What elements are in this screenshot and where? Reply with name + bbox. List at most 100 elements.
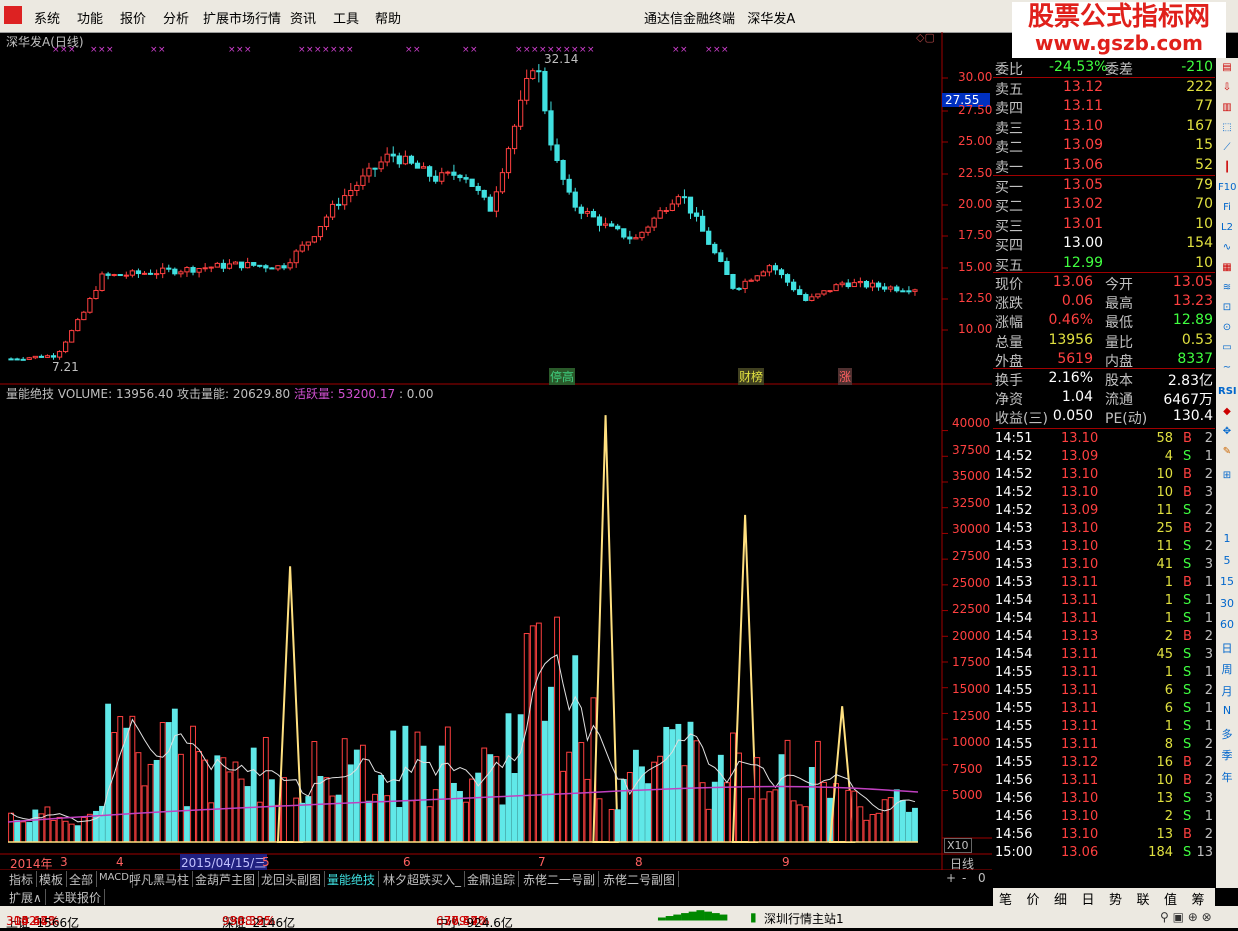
- menu-tools[interactable]: 工具: [333, 8, 359, 27]
- orderbook-row[interactable]: 买二 13.02 70: [993, 195, 1215, 215]
- tab-indicator[interactable]: 呼凡黑马柱: [126, 871, 194, 887]
- sb-icon-r[interactable]: ∼: [1218, 362, 1236, 378]
- move-icon[interactable]: ✥: [1218, 426, 1236, 442]
- sb-icon-p[interactable]: ⊙: [1218, 322, 1236, 338]
- menu-extended-market[interactable]: 扩展市场行情: [203, 8, 281, 27]
- trade-row[interactable]: 14:56 13.10 13 B 2: [993, 826, 1215, 844]
- rsi-icon[interactable]: RSI: [1218, 386, 1237, 402]
- sb-icon-1[interactable]: ▤: [1218, 62, 1236, 78]
- pen-icon[interactable]: ✎: [1218, 446, 1236, 462]
- period-button[interactable]: 年: [1218, 769, 1236, 785]
- trade-row[interactable]: 14:54 13.11 1 S 1: [993, 592, 1215, 610]
- tab-related-quote[interactable]: 关联报价: [50, 889, 106, 905]
- sb-icon-t[interactable]: ⊞: [1218, 470, 1236, 486]
- sb-icon-s[interactable]: ◆: [1218, 406, 1236, 422]
- trade-row[interactable]: 14:52 13.10 10 B 3: [993, 484, 1215, 502]
- trade-row[interactable]: 14:53 13.10 25 B 2: [993, 520, 1215, 538]
- trade-row[interactable]: 14:55 13.11 6 S 2: [993, 682, 1215, 700]
- period-button[interactable]: 日: [1218, 640, 1236, 656]
- trade-row[interactable]: 14:56 13.10 13 S 3: [993, 790, 1215, 808]
- trade-row[interactable]: 14:56 13.10 2 S 1: [993, 808, 1215, 826]
- menu-function[interactable]: 功能: [77, 8, 103, 27]
- index-sz[interactable]: 深证 9988.25 38.33 0.39% 2146亿: [222, 910, 295, 930]
- orderbook-row[interactable]: 买三 13.01 10: [993, 215, 1215, 235]
- tab-indicator[interactable]: 金葫芦主图: [192, 871, 260, 887]
- menu-quote[interactable]: 报价: [120, 8, 146, 27]
- orderbook-row[interactable]: 买一 13.05 79: [993, 176, 1215, 196]
- orderbook-row[interactable]: 买四 13.00 154: [993, 234, 1215, 254]
- sb-icon-n[interactable]: ≋: [1218, 282, 1236, 298]
- marker-limit-up[interactable]: 停高: [549, 368, 576, 385]
- orderbook-row[interactable]: 卖二 13.09 15: [993, 136, 1215, 156]
- sb-icon-m[interactable]: ▦: [1218, 262, 1236, 278]
- tab-indicator[interactable]: 赤佬二一号副: [520, 871, 600, 887]
- tab-indicator[interactable]: 模板: [36, 871, 68, 887]
- server-name[interactable]: 深圳行情主站1: [764, 910, 844, 927]
- sb-icon-o[interactable]: ⊡: [1218, 302, 1236, 318]
- sb-icon-f[interactable]: Fi: [1218, 202, 1236, 218]
- chart-area[interactable]: × × × × × × × × × × × × × × × × × × × × × × × × × × × × × × × × × × × × × 深华…: [0, 31, 992, 871]
- trade-row[interactable]: 15:00 13.06 184 S 13: [993, 844, 1215, 862]
- period-button[interactable]: 30: [1218, 597, 1236, 613]
- tab-indicator[interactable]: 指标: [6, 871, 38, 887]
- menu-help[interactable]: 帮助: [375, 8, 401, 27]
- trade-row[interactable]: 14:54 13.11 45 S 3: [993, 646, 1215, 664]
- trade-row[interactable]: 14:55 13.12 16 B 2: [993, 754, 1215, 772]
- period-button[interactable]: N: [1218, 704, 1236, 720]
- trade-row[interactable]: 14:52 13.09 11 S 2: [993, 502, 1215, 520]
- kline-icon[interactable]: ┃: [1218, 162, 1236, 178]
- zoom-in-button[interactable]: +: [946, 871, 956, 885]
- orderbook-row[interactable]: 买五 12.99 10: [993, 254, 1215, 274]
- marker-finance-list[interactable]: 财榜: [738, 368, 765, 385]
- trade-row[interactable]: 14:54 13.11 1 S 1: [993, 610, 1215, 628]
- tab-indicator[interactable]: 量能绝技: [324, 871, 380, 887]
- period-button[interactable]: 月: [1218, 683, 1236, 699]
- trade-row[interactable]: 14:53 13.10 11 S 2: [993, 538, 1215, 556]
- app-logo-icon[interactable]: [4, 6, 22, 24]
- trade-row[interactable]: 14:54 13.13 2 B 2: [993, 628, 1215, 646]
- orderbook-row[interactable]: 卖一 13.06 52: [993, 156, 1215, 176]
- trade-row[interactable]: 14:55 13.11 1 S 1: [993, 718, 1215, 736]
- trade-row[interactable]: 14:55 13.11 6 S 1: [993, 700, 1215, 718]
- orderbook-row[interactable]: 卖四 13.11 77: [993, 97, 1215, 117]
- chart-restore-icon[interactable]: ◇▢: [916, 31, 935, 44]
- tab-indicator[interactable]: 全部: [66, 871, 98, 887]
- kline-chart-svg[interactable]: × × × × × × × × × × × × × × × × × × × × × × × × × × × × × × × × × × × × ×: [0, 32, 992, 870]
- period-button[interactable]: 多: [1218, 726, 1236, 742]
- trade-row[interactable]: 14:53 13.10 41 S 3: [993, 556, 1215, 574]
- index-zx[interactable]: 中小 6779.70 36.49 0.54% 924.6亿: [436, 910, 513, 930]
- marker-rise[interactable]: 涨: [838, 368, 853, 385]
- sb-icon-4[interactable]: ⬚: [1218, 122, 1236, 138]
- period-button[interactable]: 60: [1218, 618, 1236, 634]
- orderbook-row[interactable]: 卖三 13.10 167: [993, 117, 1215, 137]
- sb-icon-2[interactable]: ⇩: [1218, 82, 1236, 98]
- tab-indicator[interactable]: 龙回头副图: [258, 871, 326, 887]
- period-button[interactable]: 周: [1218, 661, 1236, 677]
- tab-indicator[interactable]: 林夕超跌买入_: [380, 871, 466, 887]
- period-button[interactable]: 5: [1218, 554, 1236, 570]
- trade-row[interactable]: 14:52 13.09 4 S 1: [993, 448, 1215, 466]
- sb-icon-f10[interactable]: F10: [1218, 182, 1236, 198]
- orderbook-row[interactable]: 卖五 13.12 222: [993, 78, 1215, 98]
- index-sh[interactable]: 上证 3052.78 14.64 0.48% 1566亿: [6, 910, 79, 930]
- period-button[interactable]: 15: [1218, 575, 1236, 591]
- sb-icon-q[interactable]: ▭: [1218, 342, 1236, 358]
- period-button[interactable]: 1: [1218, 532, 1236, 548]
- trade-row[interactable]: 14:55 13.11 8 S 2: [993, 736, 1215, 754]
- menu-news[interactable]: 资讯: [290, 8, 316, 27]
- zoom-out-button[interactable]: -: [962, 871, 966, 885]
- line-chart-icon[interactable]: ⟋: [1218, 142, 1236, 158]
- trade-row[interactable]: 14:56 13.11 10 B 2: [993, 772, 1215, 790]
- zoom-reset-button[interactable]: 0: [978, 871, 986, 885]
- trade-row[interactable]: 14:51 13.10 58 B 2: [993, 430, 1215, 448]
- sb-icon-3[interactable]: ▥: [1218, 102, 1236, 118]
- menu-system[interactable]: 系统: [34, 8, 60, 27]
- tab-indicator[interactable]: 金鼎追踪: [464, 871, 520, 887]
- trade-row[interactable]: 14:55 13.11 1 S 1: [993, 664, 1215, 682]
- sb-icon-l[interactable]: L2: [1218, 222, 1236, 238]
- trade-row[interactable]: 14:53 13.11 1 B 1: [993, 574, 1215, 592]
- menu-analysis[interactable]: 分析: [163, 8, 189, 27]
- sb-icon-k[interactable]: ∿: [1218, 242, 1236, 258]
- trade-row[interactable]: 14:52 13.10 10 B 2: [993, 466, 1215, 484]
- tab-indicator[interactable]: 赤佬二号副图: [600, 871, 680, 887]
